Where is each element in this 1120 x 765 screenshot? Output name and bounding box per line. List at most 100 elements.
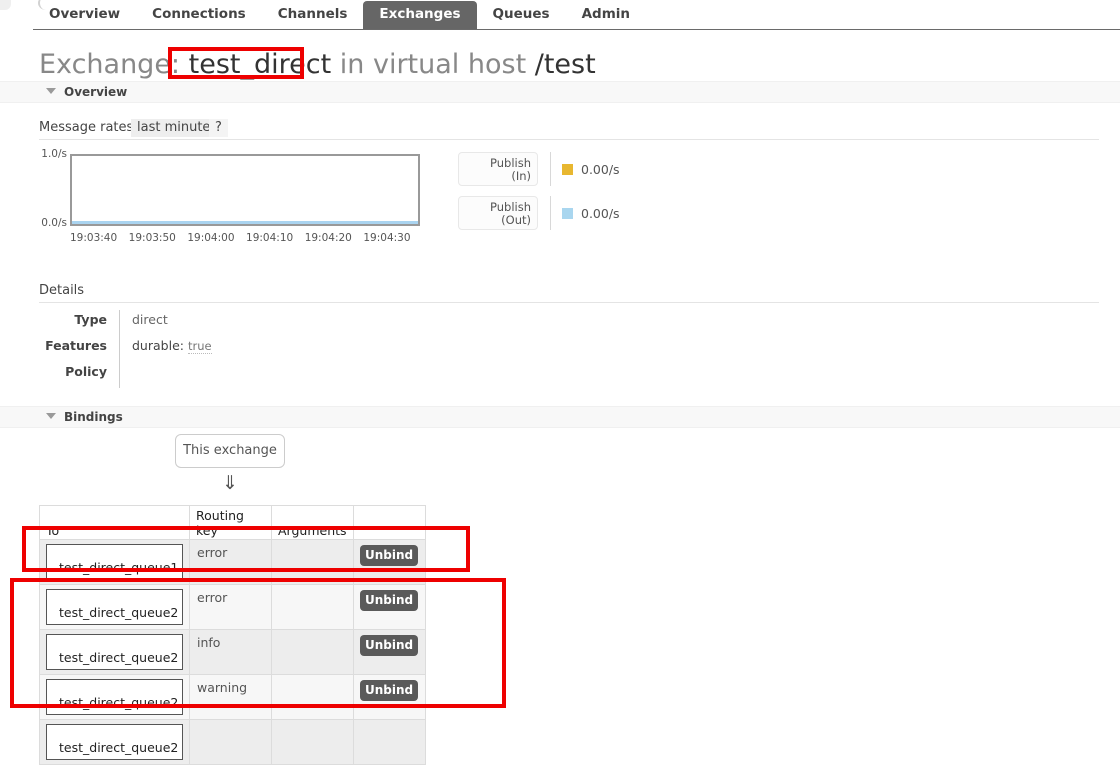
table-row: test_direct_queue2 warning Unbind bbox=[39, 674, 426, 720]
details-key-features: Features bbox=[45, 338, 107, 353]
unbind-button[interactable]: Unbind bbox=[360, 635, 419, 656]
table-row: test_direct_queue1 error Unbind bbox=[39, 539, 426, 585]
binding-cell-routing-key: warning bbox=[189, 674, 272, 720]
bindings-table-body: test_direct_queue1 error Unbind test_dir… bbox=[39, 539, 426, 765]
routing-key-text: error bbox=[197, 590, 228, 605]
nav-tab-admin[interactable]: Admin bbox=[566, 1, 646, 29]
binding-cell-arguments bbox=[271, 584, 354, 630]
chart-xtick: 19:04:00 bbox=[187, 232, 235, 244]
details-feature-value: true bbox=[187, 339, 212, 354]
bindings-table: To Routing key Arguments test_direct_que… bbox=[39, 505, 426, 765]
table-row: test_direct_queue2 info Unbind bbox=[39, 629, 426, 675]
legend-swatch-publish-in bbox=[562, 164, 573, 175]
message-rates-label: Message rates bbox=[39, 120, 134, 135]
details-table: Type direct Features durable: true Polic… bbox=[39, 310, 319, 388]
bindings-header-row: To Routing key Arguments bbox=[39, 505, 426, 540]
down-arrow-icon: ⇓ bbox=[222, 472, 238, 494]
binding-cell-to: test_direct_queue1 bbox=[39, 539, 190, 585]
bindings-col-to[interactable]: To bbox=[39, 505, 190, 540]
arguments-text bbox=[272, 630, 353, 635]
bindings-col-routing-key[interactable]: Routing key bbox=[189, 505, 272, 540]
details-heading: Details bbox=[39, 283, 1099, 303]
page-title-prefix: Exchange: bbox=[39, 49, 181, 80]
bindings-col-actions bbox=[352, 505, 426, 540]
binding-cell-action bbox=[352, 719, 426, 765]
legend-button-publish-out[interactable]: Publish (Out) bbox=[458, 196, 538, 230]
section-header-bindings-label: Bindings bbox=[64, 410, 123, 424]
message-rates-chart: 1.0/s 0.0/s 19:03:40 19:03:50 19:04:00 1… bbox=[39, 148, 439, 248]
details-row-type: Type direct bbox=[39, 310, 319, 336]
binding-cell-action: Unbind bbox=[352, 584, 426, 630]
section-header-overview[interactable]: Overview bbox=[0, 81, 1120, 103]
chart-plot-area bbox=[70, 154, 420, 226]
nav-tab-channels[interactable]: Channels bbox=[262, 1, 364, 29]
chart-xtick: 19:04:30 bbox=[363, 232, 411, 244]
window-corner-artifact bbox=[0, 0, 11, 10]
legend-divider bbox=[550, 196, 551, 230]
section-header-overview-label: Overview bbox=[64, 85, 128, 99]
nav-tab-connections[interactable]: Connections bbox=[136, 1, 262, 29]
rates-period-selector[interactable]: last minute bbox=[131, 119, 217, 137]
legend-row-publish-in: Publish (In) 0.00/s bbox=[458, 152, 658, 190]
legend-row-publish-out: Publish (Out) 0.00/s bbox=[458, 196, 658, 234]
binding-cell-routing-key bbox=[189, 719, 272, 765]
nav-underline bbox=[33, 29, 1120, 30]
page-title: Exchange: test_direct in virtual host /t… bbox=[39, 50, 596, 80]
table-row: test_direct_queue2 bbox=[39, 719, 426, 765]
unbind-button[interactable]: Unbind bbox=[360, 590, 419, 611]
bindings-col-arguments[interactable]: Arguments bbox=[271, 505, 354, 540]
binding-cell-action: Unbind bbox=[352, 629, 426, 675]
routing-key-text: info bbox=[197, 635, 221, 650]
binding-cell-action: Unbind bbox=[352, 539, 426, 585]
chart-legend: Publish (In) 0.00/s Publish (Out) 0.00/s bbox=[458, 152, 658, 240]
binding-cell-routing-key: error bbox=[189, 584, 272, 630]
section-header-bindings[interactable]: Bindings bbox=[0, 406, 1120, 428]
nav-tab-overview[interactable]: Overview bbox=[33, 1, 136, 29]
queue-link[interactable]: test_direct_queue2 bbox=[46, 634, 183, 670]
queue-link[interactable]: test_direct_queue2 bbox=[46, 724, 183, 760]
legend-button-publish-in-label: Publish (In) bbox=[490, 156, 531, 183]
legend-divider bbox=[550, 152, 551, 186]
message-rates-bar: Message rates last minute ? bbox=[39, 119, 1099, 140]
binding-cell-arguments bbox=[271, 719, 354, 765]
binding-cell-to: test_direct_queue2 bbox=[39, 674, 190, 720]
chart-xtick-labels: 19:03:40 19:03:50 19:04:00 19:04:10 19:0… bbox=[70, 232, 422, 244]
top-navigation: Overview Connections Channels Exchanges … bbox=[0, 0, 1120, 30]
routing-key-text: error bbox=[197, 545, 228, 560]
queue-link[interactable]: test_direct_queue1 bbox=[46, 544, 183, 580]
chart-xtick: 19:03:50 bbox=[128, 232, 176, 244]
binding-cell-to: test_direct_queue2 bbox=[39, 629, 190, 675]
details-value-type: direct bbox=[119, 310, 319, 336]
legend-button-publish-in[interactable]: Publish (In) bbox=[458, 152, 538, 186]
collapse-triangle-icon bbox=[46, 88, 56, 94]
queue-link[interactable]: test_direct_queue2 bbox=[46, 589, 183, 625]
chart-zero-line bbox=[72, 221, 418, 224]
unbind-button[interactable]: Unbind bbox=[360, 545, 419, 566]
binding-cell-to: test_direct_queue2 bbox=[39, 719, 190, 765]
bindings-table-header: To Routing key Arguments bbox=[39, 505, 426, 540]
legend-swatch-publish-out bbox=[562, 208, 573, 219]
routing-key-text bbox=[190, 720, 271, 725]
arguments-text bbox=[272, 720, 353, 725]
binding-cell-routing-key: error bbox=[189, 539, 272, 585]
binding-cell-arguments bbox=[271, 539, 354, 585]
binding-cell-arguments bbox=[271, 674, 354, 720]
nav-tab-exchanges[interactable]: Exchanges bbox=[363, 1, 477, 29]
chart-ytick-min: 0.0/s bbox=[41, 217, 67, 229]
page-title-middle: in virtual host bbox=[339, 49, 527, 80]
details-key-policy: Policy bbox=[65, 364, 107, 379]
binding-cell-to: test_direct_queue2 bbox=[39, 584, 190, 630]
arguments-text bbox=[272, 675, 353, 680]
legend-value-publish-out: 0.00/s bbox=[581, 206, 620, 221]
chart-xtick: 19:03:40 bbox=[70, 232, 118, 244]
this-exchange-box[interactable]: This exchange bbox=[175, 434, 285, 468]
details-value-features: durable: true bbox=[119, 336, 319, 362]
queue-link[interactable]: test_direct_queue2 bbox=[46, 679, 183, 715]
arguments-text bbox=[272, 585, 353, 590]
nav-tab-queues[interactable]: Queues bbox=[477, 1, 566, 29]
details-row-policy: Policy bbox=[39, 362, 319, 388]
chart-xtick: 19:04:20 bbox=[304, 232, 352, 244]
rates-help-icon[interactable]: ? bbox=[209, 119, 228, 137]
nav-tab-list: Overview Connections Channels Exchanges … bbox=[33, 0, 646, 29]
unbind-button[interactable]: Unbind bbox=[360, 680, 419, 701]
